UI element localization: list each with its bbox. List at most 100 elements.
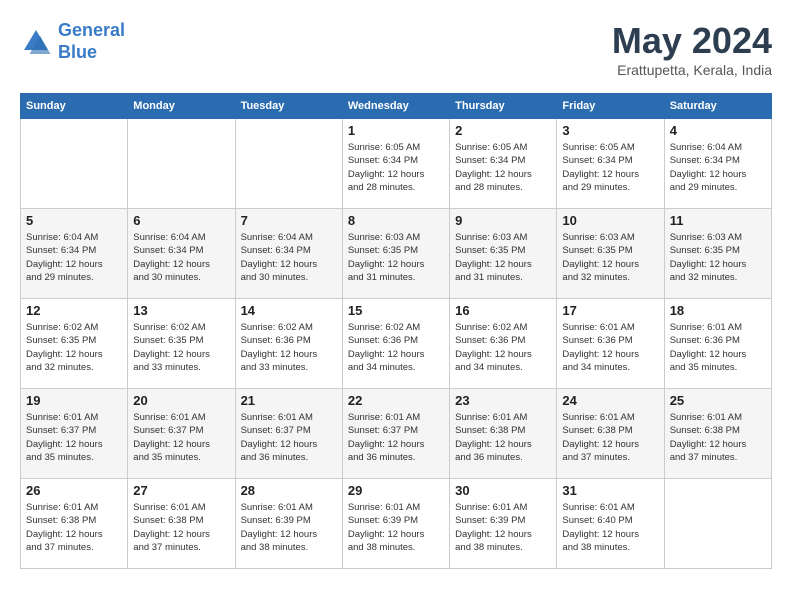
- day-info: Sunrise: 6:04 AM Sunset: 6:34 PM Dayligh…: [26, 231, 122, 284]
- day-number: 28: [241, 483, 337, 498]
- day-number: 20: [133, 393, 229, 408]
- calendar-cell: 14 Sunrise: 6:02 AM Sunset: 6:36 PM Dayli…: [235, 299, 342, 389]
- calendar-week-row: 12 Sunrise: 6:02 AM Sunset: 6:35 PM Dayli…: [21, 299, 772, 389]
- calendar-cell: 7 Sunrise: 6:04 AM Sunset: 6:34 PM Daylig…: [235, 209, 342, 299]
- day-number: 24: [562, 393, 658, 408]
- calendar-cell: 8Sunrise: 6:03 AM Sunset: 6:35 PM Daylig…: [342, 209, 449, 299]
- day-info: Sunrise: 6:03 AM Sunset: 6:35 PM Dayligh…: [562, 231, 658, 284]
- calendar-cell: 25Sunrise: 6:01 AM Sunset: 6:38 PM Dayli…: [664, 389, 771, 479]
- day-info: Sunrise: 6:01 AM Sunset: 6:38 PM Dayligh…: [133, 501, 229, 554]
- day-number: 22: [348, 393, 444, 408]
- day-number: 30: [455, 483, 551, 498]
- day-number: 7: [241, 213, 337, 228]
- day-number: 12: [26, 303, 122, 318]
- day-info: Sunrise: 6:01 AM Sunset: 6:39 PM Dayligh…: [455, 501, 551, 554]
- day-number: 17: [562, 303, 658, 318]
- day-info: Sunrise: 6:01 AM Sunset: 6:39 PM Dayligh…: [241, 501, 337, 554]
- day-info: Sunrise: 6:01 AM Sunset: 6:39 PM Dayligh…: [348, 501, 444, 554]
- day-number: 16: [455, 303, 551, 318]
- logo-line2: Blue: [58, 42, 97, 62]
- calendar-cell: 30 Sunrise: 6:01 AM Sunset: 6:39 PM Dayli…: [450, 479, 557, 569]
- calendar-cell: 1 Sunrise: 6:05 AM Sunset: 6:34 PM Daylig…: [342, 119, 449, 209]
- day-info: Sunrise: 6:01 AM Sunset: 6:38 PM Dayligh…: [455, 411, 551, 464]
- day-number: 11: [670, 213, 766, 228]
- day-info: Sunrise: 6:05 AM Sunset: 6:34 PM Dayligh…: [455, 141, 551, 194]
- day-info: Sunrise: 6:01 AM Sunset: 6:37 PM Dayligh…: [348, 411, 444, 464]
- day-number: 23: [455, 393, 551, 408]
- day-info: Sunrise: 6:01 AM Sunset: 6:38 PM Dayligh…: [26, 501, 122, 554]
- calendar-cell: [235, 119, 342, 209]
- month-title: May 2024: [612, 20, 772, 62]
- calendar-cell: 26Sunrise: 6:01 AM Sunset: 6:38 PM Dayli…: [21, 479, 128, 569]
- calendar-cell: 27 Sunrise: 6:01 AM Sunset: 6:38 PM Dayli…: [128, 479, 235, 569]
- day-number: 27: [133, 483, 229, 498]
- weekday-header-tuesday: Tuesday: [235, 94, 342, 119]
- day-number: 6: [133, 213, 229, 228]
- weekday-header-monday: Monday: [128, 94, 235, 119]
- day-number: 15: [348, 303, 444, 318]
- day-info: Sunrise: 6:05 AM Sunset: 6:34 PM Dayligh…: [562, 141, 658, 194]
- day-info: Sunrise: 6:04 AM Sunset: 6:34 PM Dayligh…: [241, 231, 337, 284]
- calendar-cell: [664, 479, 771, 569]
- calendar-cell: 9Sunrise: 6:03 AM Sunset: 6:35 PM Daylig…: [450, 209, 557, 299]
- calendar-week-row: 1 Sunrise: 6:05 AM Sunset: 6:34 PM Daylig…: [21, 119, 772, 209]
- day-info: Sunrise: 6:03 AM Sunset: 6:35 PM Dayligh…: [670, 231, 766, 284]
- day-number: 19: [26, 393, 122, 408]
- weekday-header-thursday: Thursday: [450, 94, 557, 119]
- calendar-table: SundayMondayTuesdayWednesdayThursdayFrid…: [20, 93, 772, 569]
- day-number: 2: [455, 123, 551, 138]
- day-number: 5: [26, 213, 122, 228]
- day-info: Sunrise: 6:02 AM Sunset: 6:36 PM Dayligh…: [241, 321, 337, 374]
- logo-icon: [20, 26, 52, 58]
- calendar-cell: 23 Sunrise: 6:01 AM Sunset: 6:38 PM Dayli…: [450, 389, 557, 479]
- calendar-week-row: 26Sunrise: 6:01 AM Sunset: 6:38 PM Dayli…: [21, 479, 772, 569]
- day-info: Sunrise: 6:01 AM Sunset: 6:38 PM Dayligh…: [562, 411, 658, 464]
- calendar-cell: 24 Sunrise: 6:01 AM Sunset: 6:38 PM Dayli…: [557, 389, 664, 479]
- calendar-cell: 13Sunrise: 6:02 AM Sunset: 6:35 PM Dayli…: [128, 299, 235, 389]
- calendar-cell: 31 Sunrise: 6:01 AM Sunset: 6:40 PM Dayli…: [557, 479, 664, 569]
- day-info: Sunrise: 6:03 AM Sunset: 6:35 PM Dayligh…: [348, 231, 444, 284]
- calendar-cell: [128, 119, 235, 209]
- location: Erattupetta, Kerala, India: [612, 62, 772, 78]
- calendar-cell: 19Sunrise: 6:01 AM Sunset: 6:37 PM Dayli…: [21, 389, 128, 479]
- day-info: Sunrise: 6:04 AM Sunset: 6:34 PM Dayligh…: [133, 231, 229, 284]
- day-number: 31: [562, 483, 658, 498]
- day-number: 29: [348, 483, 444, 498]
- title-area: May 2024 Erattupetta, Kerala, India: [612, 20, 772, 78]
- day-number: 21: [241, 393, 337, 408]
- day-info: Sunrise: 6:01 AM Sunset: 6:38 PM Dayligh…: [670, 411, 766, 464]
- page-header: General Blue May 2024 Erattupetta, Keral…: [20, 20, 772, 78]
- weekday-header-row: SundayMondayTuesdayWednesdayThursdayFrid…: [21, 94, 772, 119]
- calendar-cell: 17Sunrise: 6:01 AM Sunset: 6:36 PM Dayli…: [557, 299, 664, 389]
- calendar-cell: 28 Sunrise: 6:01 AM Sunset: 6:39 PM Dayli…: [235, 479, 342, 569]
- weekday-header-wednesday: Wednesday: [342, 94, 449, 119]
- day-number: 4: [670, 123, 766, 138]
- calendar-cell: [21, 119, 128, 209]
- day-info: Sunrise: 6:01 AM Sunset: 6:37 PM Dayligh…: [133, 411, 229, 464]
- day-info: Sunrise: 6:01 AM Sunset: 6:36 PM Dayligh…: [670, 321, 766, 374]
- day-number: 18: [670, 303, 766, 318]
- calendar-week-row: 5 Sunrise: 6:04 AM Sunset: 6:34 PM Daylig…: [21, 209, 772, 299]
- logo-text: General Blue: [58, 20, 125, 63]
- day-info: Sunrise: 6:04 AM Sunset: 6:34 PM Dayligh…: [670, 141, 766, 194]
- day-number: 14: [241, 303, 337, 318]
- calendar-cell: 12 Sunrise: 6:02 AM Sunset: 6:35 PM Dayli…: [21, 299, 128, 389]
- calendar-cell: 22 Sunrise: 6:01 AM Sunset: 6:37 PM Dayli…: [342, 389, 449, 479]
- day-info: Sunrise: 6:01 AM Sunset: 6:40 PM Dayligh…: [562, 501, 658, 554]
- day-number: 1: [348, 123, 444, 138]
- day-info: Sunrise: 6:02 AM Sunset: 6:36 PM Dayligh…: [455, 321, 551, 374]
- calendar-cell: 11 Sunrise: 6:03 AM Sunset: 6:35 PM Dayli…: [664, 209, 771, 299]
- day-info: Sunrise: 6:05 AM Sunset: 6:34 PM Dayligh…: [348, 141, 444, 194]
- day-info: Sunrise: 6:03 AM Sunset: 6:35 PM Dayligh…: [455, 231, 551, 284]
- weekday-header-saturday: Saturday: [664, 94, 771, 119]
- day-info: Sunrise: 6:01 AM Sunset: 6:37 PM Dayligh…: [241, 411, 337, 464]
- calendar-cell: 5 Sunrise: 6:04 AM Sunset: 6:34 PM Daylig…: [21, 209, 128, 299]
- calendar-cell: 10Sunrise: 6:03 AM Sunset: 6:35 PM Dayli…: [557, 209, 664, 299]
- calendar-cell: 29 Sunrise: 6:01 AM Sunset: 6:39 PM Dayli…: [342, 479, 449, 569]
- day-info: Sunrise: 6:02 AM Sunset: 6:35 PM Dayligh…: [26, 321, 122, 374]
- logo-line1: General: [58, 20, 125, 40]
- day-number: 13: [133, 303, 229, 318]
- logo: General Blue: [20, 20, 125, 63]
- calendar-week-row: 19 Sunrise: 6:01 AM Sunset: 6:37 PM Dayli…: [21, 389, 772, 479]
- calendar-cell: 21 Sunrise: 6:01 AM Sunset: 6:37 PM Dayli…: [235, 389, 342, 479]
